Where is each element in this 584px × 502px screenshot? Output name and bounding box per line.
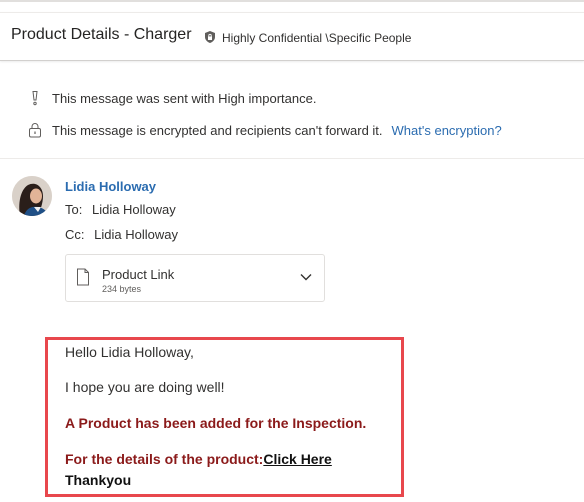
sensitivity-label[interactable]: Highly Confidential \Specific People bbox=[222, 31, 411, 45]
cc-line: Cc: Lidia Holloway bbox=[65, 227, 178, 242]
window-top-edge bbox=[0, 0, 584, 2]
to-recipient[interactable]: Lidia Holloway bbox=[92, 202, 176, 217]
body-line-3: For the details of the product:Click Her… bbox=[65, 451, 332, 467]
avatar-image bbox=[12, 176, 52, 216]
importance-text: This message was sent with High importan… bbox=[52, 90, 317, 106]
to-line: To: Lidia Holloway bbox=[65, 202, 176, 217]
sender-name[interactable]: Lidia Holloway bbox=[65, 179, 156, 194]
message-subject: Product Details - Charger bbox=[11, 26, 192, 43]
click-here-link[interactable]: Click Here bbox=[263, 451, 331, 467]
avatar[interactable] bbox=[12, 176, 52, 216]
message-header: Product Details - Charger Highly Confide… bbox=[0, 12, 584, 61]
encryption-text: This message is encrypted and recipients… bbox=[52, 122, 383, 138]
body-line-2: A Product has been added for the Inspect… bbox=[65, 415, 367, 431]
shield-lock-icon[interactable] bbox=[203, 30, 217, 44]
cc-label: Cc: bbox=[65, 227, 85, 242]
section-divider bbox=[0, 158, 584, 159]
to-label: To: bbox=[65, 202, 83, 217]
attachment-name: Product Link bbox=[102, 267, 175, 282]
body-signoff: Thankyou bbox=[65, 472, 132, 488]
exclamation-icon bbox=[32, 91, 38, 106]
body-line-1: I hope you are doing well! bbox=[65, 379, 225, 395]
chevron-down-icon[interactable] bbox=[300, 273, 312, 281]
whats-encryption-link[interactable]: What's encryption? bbox=[392, 123, 502, 138]
lock-icon bbox=[29, 123, 41, 138]
body-greeting: Hello Lidia Holloway, bbox=[65, 344, 194, 360]
attachment-size: 234 bytes bbox=[102, 284, 142, 294]
importance-notice: This message was sent with High importan… bbox=[28, 90, 316, 106]
attachment-card[interactable]: Product Link 234 bytes bbox=[65, 254, 325, 302]
cc-recipient[interactable]: Lidia Holloway bbox=[94, 227, 178, 242]
file-icon bbox=[77, 268, 89, 286]
encryption-notice: This message is encrypted and recipients… bbox=[28, 122, 502, 138]
body-line-3-text: For the details of the product: bbox=[65, 451, 264, 467]
